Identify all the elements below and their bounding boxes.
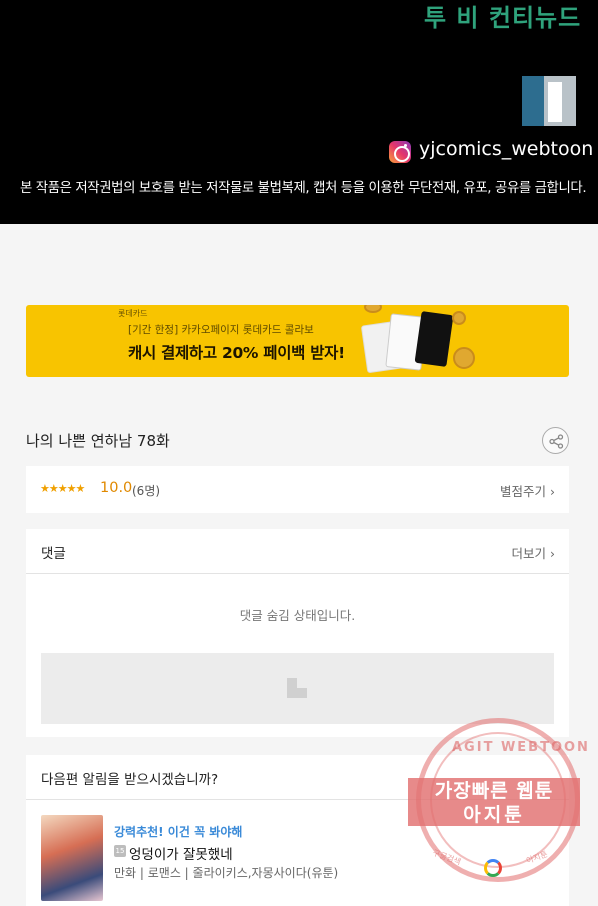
- recommended-work-meta: 만화 | 로맨스 | 줄라이키스,자몽사이다(유툰): [114, 866, 339, 880]
- instagram-icon: [389, 141, 411, 163]
- ad-placeholder: [41, 653, 554, 724]
- watermark-arc-text: AGIT WEBTOON: [452, 740, 590, 755]
- coin-icon: [452, 311, 466, 325]
- episode-title: 나의 나쁜 연하남 78화: [26, 432, 170, 450]
- banner-headline: 캐시 결제하고 20% 페이백 받자!: [128, 344, 345, 362]
- google-icon: [484, 859, 502, 877]
- watermark-line1: 가장빠른 웹툰: [434, 780, 554, 802]
- share-button[interactable]: [542, 427, 569, 454]
- comments-panel: 댓글 더보기 › 댓글 숨김 상태입니다.: [26, 529, 569, 737]
- comments-more-link[interactable]: 더보기 ›: [512, 543, 555, 562]
- coin-icon: [364, 305, 382, 313]
- notify-question: 다음편 알림을 받으시겠습니까?: [41, 772, 219, 788]
- publisher-logo: [522, 76, 576, 126]
- watermark-line2: 아지툰: [463, 804, 525, 826]
- watermark-stamp: AGIT WEBTOON 가장빠른 웹툰 아지툰 구글검색 아지툰: [408, 716, 588, 884]
- coin-icon: [453, 347, 475, 369]
- recommended-work-thumbnail[interactable]: [41, 815, 103, 901]
- share-icon: [549, 434, 564, 449]
- instagram-handle: yjcomics_webtoon: [419, 138, 594, 160]
- comic-panel: 투 비 컨티뉴드 yjcomics_webtoon 본 작품은 저작권법의 보호…: [0, 0, 598, 224]
- comments-header: 댓글 더보기 ›: [26, 529, 569, 574]
- to-be-continued-text: 투 비 컨티뉴드: [424, 4, 582, 32]
- banner-subtitle: [기간 한정] 카카오페이지 롯데카드 콜라보: [128, 324, 314, 336]
- promo-banner[interactable]: 롯데카드 [기간 한정] 카카오페이지 롯데카드 콜라보 캐시 결제하고 20%…: [26, 305, 569, 377]
- star-rating-icon: ★★★★★: [40, 482, 85, 495]
- comments-hidden-message: 댓글 숨김 상태입니다.: [239, 608, 356, 623]
- banner-brand: 롯데카드: [118, 309, 148, 318]
- comments-label: 댓글: [41, 546, 66, 562]
- rating-score: 10.0: [100, 480, 133, 496]
- rate-button[interactable]: 별점주기 ›: [500, 481, 555, 500]
- placeholder-icon: [287, 678, 307, 698]
- copyright-notice: 본 작품은 저작권법의 보호를 받는 저작물로 불법복제, 캡처 등을 이용한 …: [20, 181, 587, 196]
- rating-panel: ★★★★★ 10.0 (6명) 별점주기 ›: [26, 466, 569, 513]
- recommend-label: 강력추천! 이건 꼭 봐야해: [114, 825, 243, 839]
- card-image: [414, 311, 454, 367]
- age-rating-badge: 15: [114, 845, 126, 857]
- rating-count: (6명): [132, 484, 161, 498]
- recommended-work-title[interactable]: 엉덩이가 잘못했네: [129, 843, 233, 863]
